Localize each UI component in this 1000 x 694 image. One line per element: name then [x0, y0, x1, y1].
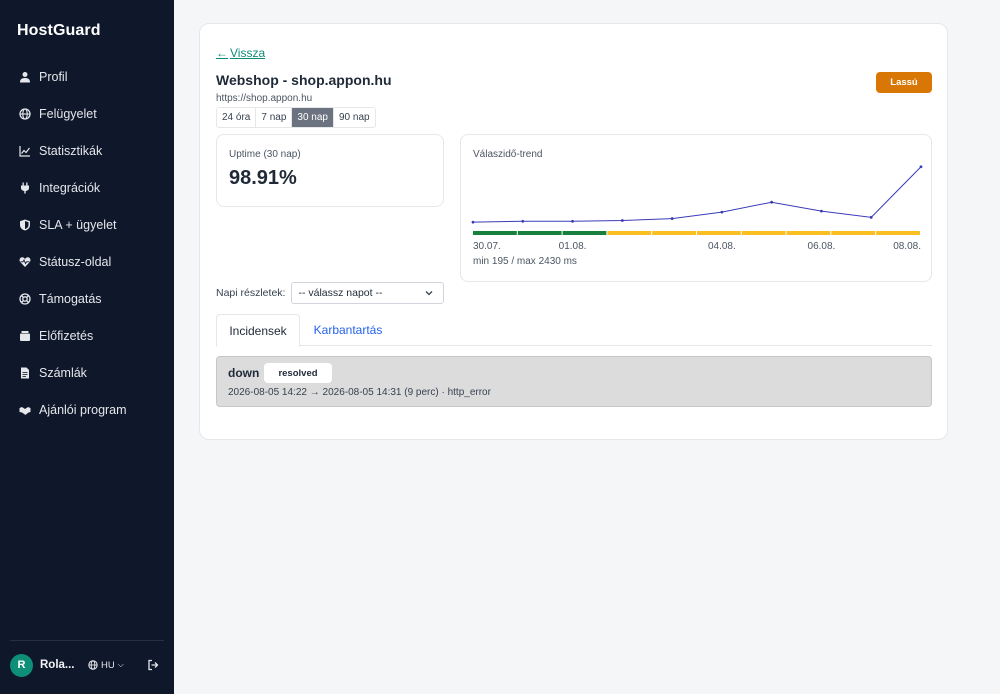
tabs: Incidensek Karbantartás — [216, 314, 932, 347]
status-strip-segment — [697, 231, 741, 235]
monitor-url: https://shop.appon.hu — [216, 93, 313, 104]
uptime-label: Uptime (30 nap) — [229, 149, 301, 160]
globe-icon — [88, 660, 98, 670]
sidebar-item-integraciok[interactable]: Integrációk — [0, 169, 174, 206]
day-select[interactable]: -- válassz napot -- — [291, 282, 445, 304]
monitor-card: ← Vissza Webshop - shop.appon.hu https://… — [199, 23, 948, 440]
incident-kind: down — [228, 366, 260, 380]
trend-point[interactable] — [919, 165, 923, 169]
trend-point[interactable] — [670, 217, 674, 220]
back-link[interactable]: ← Vissza — [216, 46, 265, 60]
sidebar-item-label: Ajánlói program — [39, 402, 127, 417]
sidebar-item-statusz-oldal[interactable]: Státusz-oldal — [0, 243, 174, 280]
status-badge[interactable]: Lassú — [876, 72, 932, 93]
uptime-value: 98.91% — [229, 167, 297, 189]
lifebuoy-icon — [18, 292, 31, 305]
sidebar-item-label: Felügyelet — [39, 106, 97, 121]
sidebar-item-profil[interactable]: Profil — [0, 58, 174, 95]
sidebar-nav: Profil Felügyelet Statisztikák Integráci… — [0, 58, 174, 428]
page-title: Webshop - shop.appon.hu — [216, 72, 392, 88]
wallet-icon — [18, 329, 31, 342]
sidebar-divider — [10, 640, 164, 641]
range-90d-button[interactable]: 90 nap — [333, 108, 375, 127]
incident-status-badge: resolved — [264, 363, 332, 383]
chevron-down-icon — [425, 291, 433, 296]
chart-line-icon — [18, 144, 31, 157]
handshake-icon — [18, 403, 31, 416]
trend-series-line — [472, 166, 922, 223]
status-strip-segment — [652, 231, 696, 235]
x-tick-label: 08.08. — [893, 241, 921, 252]
language-switcher[interactable]: HU ⌵ — [88, 660, 124, 671]
back-label: Vissza — [230, 46, 266, 60]
trend-point[interactable] — [471, 220, 475, 224]
x-tick-label: 01.08. — [559, 241, 587, 252]
status-strip-segment — [741, 231, 786, 235]
trend-point[interactable] — [720, 210, 724, 214]
sidebar-footer: R Rola... HU ⌵ — [10, 653, 164, 677]
file-icon — [18, 366, 31, 379]
incident-detail: 2026-08-05 14:22 → 2026-08-05 14:31 (9 p… — [228, 387, 491, 398]
avatar[interactable]: R — [10, 653, 33, 677]
plug-icon — [18, 181, 31, 194]
sidebar-item-sla[interactable]: SLA + ügyelet — [0, 206, 174, 243]
tab-incidents[interactable]: Incidensek — [216, 314, 300, 347]
sidebar-item-label: SLA + ügyelet — [39, 217, 117, 232]
status-strip-segment — [562, 231, 607, 235]
x-tick-label: 30.07. — [473, 241, 501, 252]
sidebar-item-label: Számlák — [39, 365, 87, 380]
trend-point[interactable] — [571, 219, 574, 223]
sidebar: HostGuard Profil Felügyelet Statisztikák… — [0, 0, 174, 694]
sidebar-item-szamlak[interactable]: Számlák — [0, 354, 174, 391]
daily-details: Napi részletek: -- válassz napot -- — [216, 282, 445, 304]
globe-icon — [18, 107, 31, 120]
sidebar-item-label: Statisztikák — [39, 143, 103, 158]
user-icon — [18, 70, 31, 83]
sidebar-item-label: Előfizetés — [39, 328, 94, 343]
status-strip-segment — [607, 231, 652, 235]
shield-icon — [18, 218, 31, 231]
status-strip-segment — [876, 231, 920, 235]
trend-point[interactable] — [820, 209, 823, 213]
status-strip-segment — [831, 231, 876, 235]
language-label: HU — [101, 659, 115, 671]
x-tick-label: 04.08. — [708, 241, 736, 252]
logout-icon[interactable] — [146, 659, 159, 672]
trend-point[interactable] — [869, 215, 873, 219]
response-trend-panel: Válaszidő-trend 30.07. 01.08. 04.08. 06.08.… — [460, 134, 932, 282]
arrow-left-icon: ← — [216, 46, 228, 60]
sidebar-item-label: Státusz-oldal — [39, 254, 112, 269]
day-select-value: -- válassz napot -- — [298, 287, 383, 299]
sidebar-item-label: Profil — [39, 69, 68, 84]
user-name[interactable]: Rola... — [40, 659, 78, 671]
sidebar-item-tamogatas[interactable]: Támogatás — [0, 280, 174, 317]
daily-label: Napi részletek: — [216, 287, 286, 299]
trend-point[interactable] — [620, 219, 624, 222]
sidebar-item-felugyelet[interactable]: Felügyelet — [0, 95, 174, 132]
range-30d-button[interactable]: 30 nap — [292, 108, 334, 127]
trend-minmax: min 195 / max 2430 ms — [473, 256, 577, 267]
x-tick-label: 06.08. — [808, 241, 836, 252]
range-selector: 24 óra 7 nap 30 nap 90 nap — [216, 107, 376, 128]
status-strip-segment — [786, 231, 831, 235]
sidebar-item-elofizetes[interactable]: Előfizetés — [0, 317, 174, 354]
trend-point[interactable] — [770, 200, 774, 204]
chevron-down-icon: ⌵ — [117, 660, 124, 669]
tab-maintenance[interactable]: Karbantartás — [300, 314, 396, 346]
status-strip-segment — [517, 231, 562, 235]
status-strip-segment — [473, 231, 517, 235]
uptime-panel: Uptime (30 nap) 98.91% — [216, 134, 444, 207]
range-24h-button[interactable]: 24 óra — [217, 108, 257, 127]
heartbeat-icon — [18, 255, 31, 268]
sidebar-item-statisztikak[interactable]: Statisztikák — [0, 132, 174, 169]
incident-row[interactable]: down resolved 2026-08-05 14:22 → 2026-08… — [216, 356, 932, 407]
brand-logo[interactable]: HostGuard — [17, 22, 101, 40]
sidebar-item-label: Támogatás — [39, 291, 102, 306]
sidebar-item-ajanloi-program[interactable]: Ajánlói program — [0, 391, 174, 428]
trend-point[interactable] — [521, 219, 525, 223]
sidebar-item-label: Integrációk — [39, 180, 101, 195]
range-7d-button[interactable]: 7 nap — [256, 108, 293, 127]
